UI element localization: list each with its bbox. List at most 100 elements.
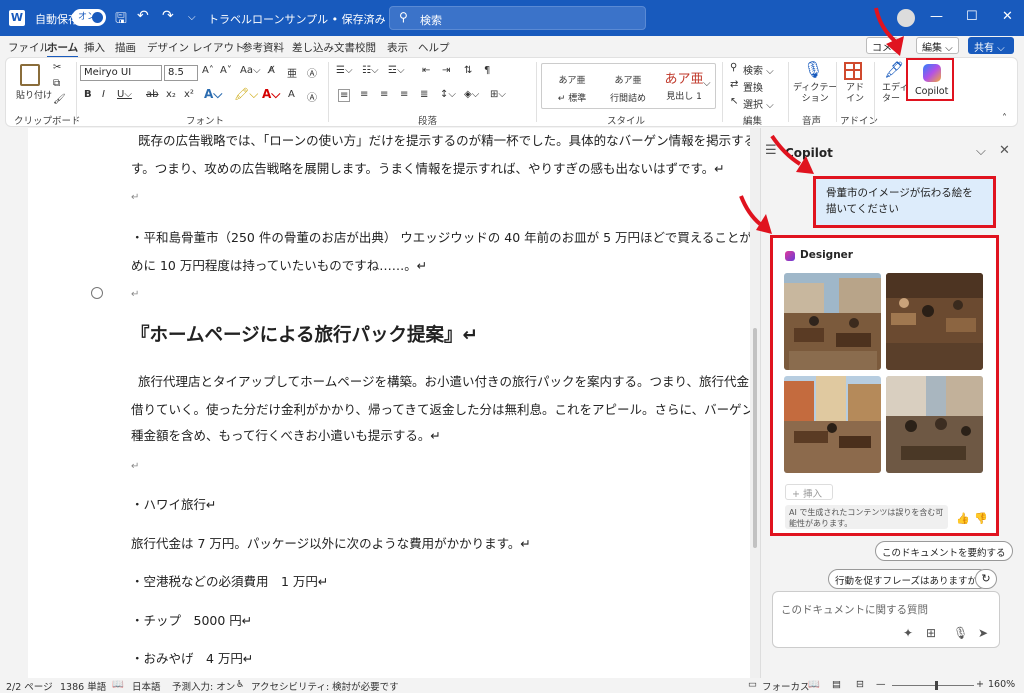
char-shading-icon[interactable]: A — [288, 89, 295, 100]
minimize-icon[interactable]: — — [930, 9, 943, 24]
undo-icon[interactable]: ↶ — [137, 8, 149, 24]
align-left-icon[interactable]: ≡ — [338, 89, 351, 102]
prompt-guide-icon[interactable]: ✦ — [903, 626, 913, 640]
addins-button[interactable]: アド イン — [846, 83, 864, 105]
microphone-icon[interactable]: 🎙 — [803, 60, 823, 79]
clear-format-icon[interactable]: A̸ — [268, 65, 275, 76]
mic-icon[interactable]: 🎙 — [953, 626, 968, 640]
cut-icon[interactable]: ✂ — [53, 62, 61, 73]
tab-help[interactable]: ヘルプ — [418, 40, 450, 55]
line-spacing-icon[interactable]: ↕⌵ — [440, 89, 456, 100]
grow-font-icon[interactable]: A˄ — [202, 65, 214, 76]
subscript-icon[interactable]: x₂ — [166, 89, 176, 100]
style-normal[interactable]: あア亜 ↵ 標準 — [544, 64, 600, 108]
numbering-icon[interactable]: ☷⌵ — [362, 65, 379, 76]
focus-mode[interactable]: フォーカス — [762, 679, 810, 693]
italic-icon[interactable]: I — [102, 89, 105, 100]
zoom-in-icon[interactable]: + — [976, 679, 984, 690]
accessibility-status[interactable]: アクセシビリティ: 検討が必要です — [251, 679, 399, 693]
strikethrough-icon[interactable]: ab — [146, 89, 158, 100]
autosave-toggle[interactable]: オン — [72, 9, 106, 26]
text-effects-icon[interactable]: A⌵ — [204, 87, 222, 102]
editor-button[interactable]: エディ ター — [882, 83, 908, 105]
tab-references[interactable]: 参考資料 — [242, 40, 284, 55]
multilevel-icon[interactable]: ☲⌵ — [388, 65, 405, 76]
close-pane-icon[interactable]: ✕ — [999, 143, 1010, 158]
tab-view[interactable]: 表示 — [387, 40, 408, 55]
save-icon[interactable]: 🖫 — [115, 8, 127, 32]
chevron-down-icon[interactable]: ⌵ — [976, 144, 986, 159]
tab-home[interactable]: ホーム — [47, 40, 79, 58]
tab-draw[interactable]: 描画 — [115, 40, 136, 55]
scrollbar-thumb[interactable] — [753, 328, 757, 548]
align-center-icon[interactable]: ≡ — [360, 89, 368, 100]
document-page[interactable]: 既存の広告戦略では、「ローンの使い方」だけを提示するのが精一杯でした。具体的なバ… — [28, 128, 750, 678]
ruby-icon[interactable]: 亜 — [287, 65, 297, 80]
predictive-text[interactable]: 予測入力: オン — [172, 679, 235, 693]
highlight-icon[interactable]: 🖍⌵ — [234, 87, 258, 102]
thumbs-up-icon[interactable]: 👍 — [956, 512, 970, 525]
dictation-button[interactable]: ディクテー ション — [793, 83, 837, 105]
bold-icon[interactable]: B — [84, 89, 92, 100]
tab-insert[interactable]: 挿入 — [84, 40, 105, 55]
generated-image[interactable] — [784, 376, 881, 473]
change-case-icon[interactable]: Aa⌵ — [240, 65, 261, 76]
redo-icon[interactable]: ↷ — [162, 8, 174, 24]
page-count[interactable]: 2/2 ページ — [6, 679, 53, 693]
replace-button[interactable]: 置換 — [743, 79, 763, 94]
show-marks-icon[interactable]: ¶ — [484, 65, 490, 76]
format-painter-icon[interactable]: 🖌 — [53, 94, 66, 105]
select-button[interactable]: 選択 ⌵ — [743, 96, 774, 111]
styles-more-icon[interactable]: ⌵ — [703, 78, 711, 89]
word-count[interactable]: 1386 単語 — [60, 679, 106, 693]
qat-more-icon[interactable]: ⌵ — [188, 12, 196, 23]
increase-indent-icon[interactable]: ⇥ — [442, 65, 450, 76]
generated-image[interactable] — [886, 376, 983, 473]
char-border-icon[interactable]: Ⓐ — [307, 89, 317, 104]
tab-file[interactable]: ファイル — [8, 40, 50, 55]
sort-icon[interactable]: ⇅ — [464, 65, 472, 76]
align-right-icon[interactable]: ≡ — [380, 89, 388, 100]
tab-layout[interactable]: レイアウト — [192, 40, 245, 55]
tab-design[interactable]: デザイン — [147, 40, 189, 55]
insert-button[interactable]: + 挿入 — [785, 484, 833, 500]
search-box[interactable]: ⚲ 検索 — [389, 6, 646, 30]
zoom-out-icon[interactable]: — — [876, 679, 886, 690]
editor-icon[interactable]: 🖋 — [884, 60, 904, 79]
shrink-font-icon[interactable]: A˅ — [220, 65, 232, 76]
suggestion-call-to-action[interactable]: 行動を促すフレーズはありますか? — [828, 569, 990, 589]
justify-icon[interactable]: ≡ — [400, 89, 408, 100]
font-color-icon[interactable]: A⌵ — [262, 87, 280, 102]
bullets-icon[interactable]: ☰⌵ — [336, 65, 353, 76]
shading-icon[interactable]: ◈⌵ — [464, 89, 479, 100]
tab-mailings[interactable]: 差し込み文書 — [292, 40, 355, 55]
decrease-indent-icon[interactable]: ⇤ — [422, 65, 430, 76]
read-mode-icon[interactable]: 📖 — [808, 679, 820, 690]
font-size-select[interactable]: 8.5 — [164, 65, 198, 81]
send-icon[interactable]: ➤ — [978, 626, 988, 640]
zoom-level[interactable]: 160% — [988, 679, 1015, 690]
find-button[interactable]: 検索 ⌵ — [743, 62, 774, 77]
zoom-slider[interactable] — [892, 685, 974, 686]
refresh-icon[interactable]: ↻ — [975, 569, 997, 589]
zoom-slider-thumb[interactable] — [935, 681, 938, 690]
comment-marker-icon[interactable] — [91, 287, 103, 299]
document-title[interactable]: トラベルローンサンプル • 保存済み ⌵ — [208, 11, 397, 27]
addins-icon[interactable] — [844, 62, 862, 80]
paste-button[interactable]: 貼り付け — [16, 88, 52, 101]
web-layout-icon[interactable]: ⊟ — [856, 679, 864, 690]
style-no-spacing[interactable]: あア亜 行間詰め — [600, 64, 656, 108]
thumbs-down-icon[interactable]: 👎 — [974, 512, 988, 525]
maximize-icon[interactable]: ☐ — [966, 9, 978, 24]
enclose-char-icon[interactable]: Ⓐ — [307, 65, 317, 80]
copilot-button[interactable]: Copilot — [906, 58, 954, 101]
generated-image[interactable] — [784, 273, 881, 370]
print-layout-icon[interactable]: ▤ — [832, 679, 841, 690]
copy-icon[interactable]: ⧉ — [53, 78, 60, 89]
language[interactable]: 日本語 — [132, 679, 161, 693]
suggestion-summarize[interactable]: このドキュメントを要約する — [875, 541, 1013, 561]
paste-icon[interactable] — [20, 64, 40, 86]
tab-review[interactable]: 校閲 — [355, 40, 376, 55]
distributed-icon[interactable]: ≣ — [420, 89, 428, 100]
compose-box[interactable]: このドキュメントに関する質問 ✦ ⊞ 🎙 ➤ — [772, 591, 1000, 648]
